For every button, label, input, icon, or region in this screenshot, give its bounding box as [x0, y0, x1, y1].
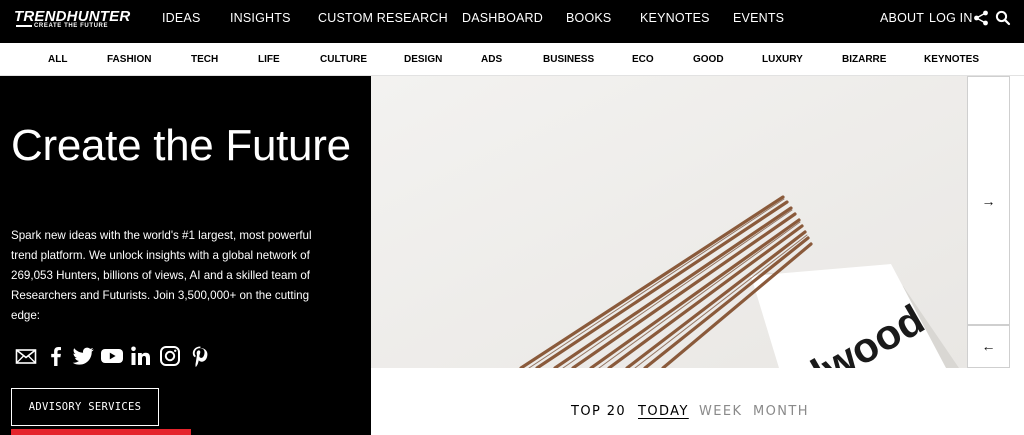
nav-about[interactable]: ABOUT: [880, 0, 924, 36]
nav-events[interactable]: EVENTS: [733, 0, 784, 36]
incense-product-illustration: dalwood: [371, 76, 968, 368]
nav-ideas[interactable]: IDEAS: [162, 0, 201, 36]
logo-tagline: CREATE THE FUTURE: [34, 23, 109, 29]
nav-login[interactable]: LOG IN: [929, 0, 973, 36]
arrow-right-icon: →: [981, 193, 996, 209]
instagram-icon[interactable]: [158, 344, 182, 368]
nav-books[interactable]: BOOKS: [566, 0, 611, 36]
top20-label: TOP 20: [571, 404, 627, 419]
category-all[interactable]: ALL: [48, 43, 67, 76]
tab-today[interactable]: TODAY: [638, 404, 689, 419]
category-luxury[interactable]: LUXURY: [762, 43, 803, 76]
hero-panel: Create the Future Spark new ideas with t…: [0, 76, 371, 435]
category-bar: ALL FASHION TECH LIFE CULTURE DESIGN ADS…: [0, 43, 1024, 76]
category-business[interactable]: BUSINESS: [543, 43, 594, 76]
email-icon[interactable]: [14, 344, 38, 368]
category-tech[interactable]: TECH: [191, 43, 218, 76]
category-life[interactable]: LIFE: [258, 43, 280, 76]
trendhunter-logo[interactable]: TRENDHUNTER CREATE THE FUTURE: [14, 8, 130, 32]
hero-description: Spark new ideas with the world's #1 larg…: [11, 229, 312, 322]
logo-underline: [16, 25, 32, 27]
facebook-icon[interactable]: [44, 344, 68, 368]
linkedin-icon[interactable]: [129, 344, 153, 368]
nav-dashboard[interactable]: DASHBOARD: [462, 0, 543, 36]
category-bizarre[interactable]: BIZARRE: [842, 43, 886, 76]
tab-month[interactable]: MONTH: [753, 404, 809, 419]
tab-week[interactable]: WEEK: [699, 404, 742, 419]
hero-title: Create the Future: [11, 121, 351, 170]
category-ads[interactable]: ADS: [481, 43, 502, 76]
carousel-prev-button[interactable]: ←: [967, 325, 1010, 368]
share-icon[interactable]: [972, 9, 990, 27]
advisory-services-button[interactable]: ADVISORY SERVICES: [11, 388, 159, 426]
top20-section: TOP 20 TODAY WEEK MONTH: [371, 368, 1024, 435]
nav-keynotes[interactable]: KEYNOTES: [640, 0, 710, 36]
category-fashion[interactable]: FASHION: [107, 43, 151, 76]
category-culture[interactable]: CULTURE: [320, 43, 367, 76]
arrow-left-icon: ←: [981, 338, 996, 354]
youtube-icon[interactable]: [100, 344, 124, 368]
category-good[interactable]: GOOD: [693, 43, 724, 76]
primary-cta-button[interactable]: [11, 429, 191, 435]
category-keynotes[interactable]: KEYNOTES: [924, 43, 979, 76]
nav-custom-research[interactable]: CUSTOM RESEARCH: [318, 0, 448, 36]
carousel-next-button[interactable]: →: [967, 76, 1010, 325]
pinterest-icon[interactable]: [188, 344, 212, 368]
twitter-icon[interactable]: [71, 344, 95, 368]
featured-image[interactable]: dalwood: [371, 76, 968, 368]
top-navigation-bar: TRENDHUNTER CREATE THE FUTURE IDEAS INSI…: [0, 0, 1024, 43]
nav-insights[interactable]: INSIGHTS: [230, 0, 291, 36]
search-icon[interactable]: [994, 9, 1012, 27]
category-eco[interactable]: ECO: [632, 43, 654, 76]
category-design[interactable]: DESIGN: [404, 43, 442, 76]
